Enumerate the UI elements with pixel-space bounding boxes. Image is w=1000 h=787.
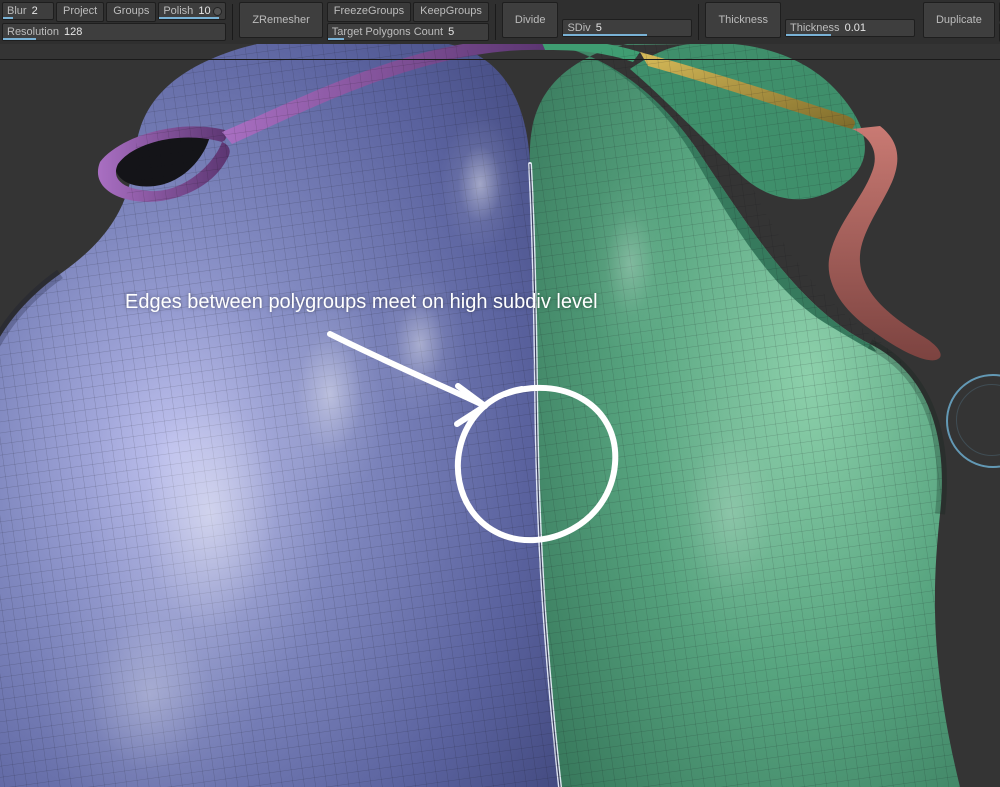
toolbar-divider (0, 59, 1000, 60)
top-toolbar: Blur 2 Project Groups Polish 10 Resoluti… (0, 0, 1000, 44)
duplicate-button[interactable]: Duplicate (923, 2, 995, 38)
keep-groups-toggle[interactable]: KeepGroups (413, 2, 489, 22)
mesh-render (0, 44, 1000, 787)
polish-slider[interactable]: Polish 10 (158, 2, 226, 20)
divide-button[interactable]: Divide (502, 2, 559, 38)
sdiv-slider[interactable]: SDiv 5 (562, 19, 692, 37)
zremesher-button[interactable]: ZRemesher (239, 2, 322, 38)
blur-slider[interactable]: Blur 2 (2, 2, 54, 20)
target-poly-slider[interactable]: Target Polygons Count 5 (327, 23, 489, 41)
thickness-button[interactable]: Thickness (705, 2, 781, 38)
project-toggle[interactable]: Project (56, 2, 104, 22)
groups-toggle[interactable]: Groups (106, 2, 156, 22)
resolution-slider[interactable]: Resolution 128 (2, 23, 226, 41)
freeze-groups-toggle[interactable]: FreezeGroups (327, 2, 411, 22)
thickness-slider[interactable]: Thickness 0.01 (785, 19, 915, 37)
viewport-3d[interactable]: Edges between polygroups meet on high su… (0, 44, 1000, 787)
